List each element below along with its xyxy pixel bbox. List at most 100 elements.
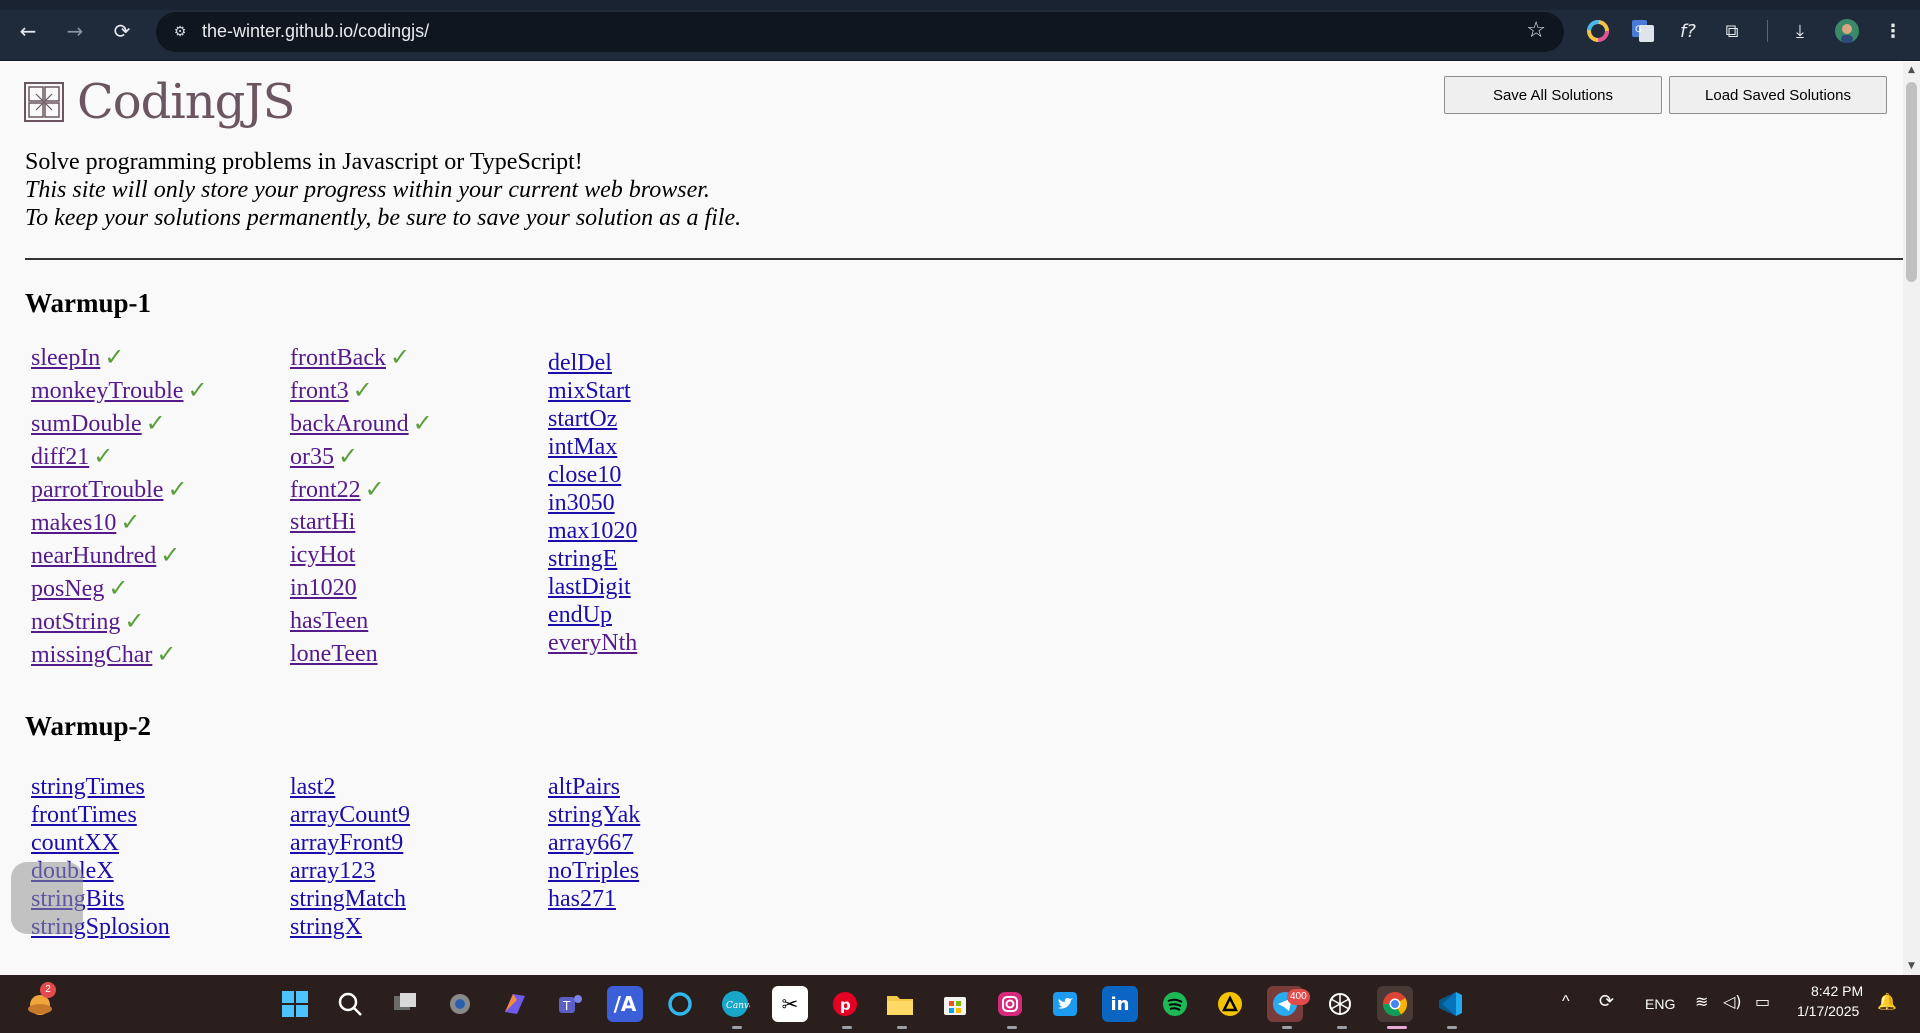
- google-translate-icon[interactable]: G: [1629, 17, 1657, 45]
- windows-start-icon[interactable]: [277, 986, 313, 1022]
- bookmark-star-icon[interactable]: ☆: [1526, 18, 1546, 43]
- teams-icon[interactable]: T: [552, 986, 588, 1022]
- app-a-icon[interactable]: /A: [607, 986, 643, 1022]
- back-icon[interactable]: ←: [12, 15, 44, 47]
- problem-link[interactable]: stringX: [290, 913, 540, 941]
- problem-link[interactable]: array123: [290, 857, 540, 885]
- problem-link[interactable]: stringMatch: [290, 885, 540, 913]
- problem-link[interactable]: missingChar ✓: [31, 638, 281, 671]
- clock-date[interactable]: 1/17/2025: [1797, 1003, 1859, 1019]
- problem-link[interactable]: stringTimes: [31, 773, 281, 801]
- downloads-icon[interactable]: ⤓: [1786, 17, 1814, 45]
- problem-link[interactable]: nearHundred ✓: [31, 539, 281, 572]
- problem-link[interactable]: arrayFront9: [290, 829, 540, 857]
- problem-link[interactable]: posNeg ✓: [31, 572, 281, 605]
- battery-icon[interactable]: ▭: [1755, 992, 1770, 1011]
- file-explorer-icon[interactable]: [882, 986, 918, 1022]
- url-text[interactable]: the-winter.github.io/codingjs/: [202, 21, 429, 42]
- problem-link[interactable]: frontTimes: [31, 801, 281, 829]
- floating-assistant-bubble[interactable]: [11, 862, 83, 934]
- browser-menu-icon[interactable]: ⋮: [1879, 17, 1907, 45]
- linkedin-icon[interactable]: in: [1102, 986, 1138, 1022]
- scrollbar-thumb[interactable]: [1906, 82, 1917, 282]
- problem-link[interactable]: everyNth: [548, 629, 798, 657]
- scroll-up-icon[interactable]: ▲: [1903, 62, 1920, 79]
- problem-link[interactable]: last2: [290, 773, 540, 801]
- chevron-up-icon[interactable]: ^: [1562, 993, 1570, 1011]
- instagram-icon[interactable]: [992, 986, 1028, 1022]
- settings-gear-icon[interactable]: [442, 986, 478, 1022]
- problem-link[interactable]: diff21 ✓: [31, 440, 281, 473]
- cortana-icon[interactable]: [662, 986, 698, 1022]
- problem-link[interactable]: close10: [548, 461, 798, 489]
- app-b-icon[interactable]: [1212, 986, 1248, 1022]
- capcut-icon[interactable]: ✂: [772, 986, 808, 1022]
- color-extension-icon[interactable]: [1584, 17, 1612, 45]
- problem-link[interactable]: lastDigit: [548, 573, 798, 601]
- canva-icon[interactable]: Canva: [717, 986, 753, 1022]
- vscode-icon[interactable]: [1432, 986, 1468, 1022]
- problem-link[interactable]: startHi: [290, 506, 540, 539]
- chatgpt-icon[interactable]: [1322, 986, 1358, 1022]
- problem-link[interactable]: front22 ✓: [290, 473, 540, 506]
- problem-link[interactable]: loneTeen: [290, 638, 540, 671]
- forward-icon[interactable]: →: [59, 15, 91, 47]
- problem-link[interactable]: sleepIn ✓: [31, 341, 281, 374]
- volume-icon[interactable]: ◁): [1723, 992, 1742, 1011]
- sync-icon[interactable]: ⟳: [1599, 991, 1614, 1012]
- problem-link[interactable]: array667: [548, 829, 798, 857]
- save-all-solutions-button[interactable]: Save All Solutions: [1444, 76, 1662, 114]
- problem-link[interactable]: has271: [548, 885, 798, 913]
- twitter-icon[interactable]: [1047, 986, 1083, 1022]
- problem-link[interactable]: startOz: [548, 405, 798, 433]
- wifi-icon[interactable]: ≋: [1695, 992, 1708, 1011]
- page-scrollbar[interactable]: ▲ ▼: [1903, 62, 1920, 975]
- problem-link[interactable]: icyHot: [290, 539, 540, 572]
- load-saved-solutions-button[interactable]: Load Saved Solutions: [1669, 76, 1887, 114]
- problem-link[interactable]: stringE: [548, 545, 798, 573]
- extensions-puzzle-icon[interactable]: ⧉: [1718, 17, 1746, 45]
- problem-link[interactable]: sumDouble ✓: [31, 407, 281, 440]
- running-indicator: [1387, 1026, 1407, 1029]
- problem-link[interactable]: countXX: [31, 829, 281, 857]
- site-settings-icon[interactable]: ⚙: [170, 22, 190, 42]
- problem-link[interactable]: parrotTrouble ✓: [31, 473, 281, 506]
- profile-avatar[interactable]: [1833, 17, 1861, 45]
- problem-link[interactable]: arrayCount9: [290, 801, 540, 829]
- task-view-icon[interactable]: [387, 986, 423, 1022]
- problem-link[interactable]: in1020: [290, 572, 540, 605]
- problem-link[interactable]: noTriples: [548, 857, 798, 885]
- problem-link[interactable]: in3050: [548, 489, 798, 517]
- problem-link[interactable]: frontBack ✓: [290, 341, 540, 374]
- problem-link[interactable]: delDel: [548, 349, 798, 377]
- search-icon[interactable]: [332, 986, 368, 1022]
- problem-link-label: nearHundred: [31, 543, 157, 569]
- problem-link-label: frontBack: [290, 345, 386, 371]
- problem-link[interactable]: monkeyTrouble ✓: [31, 374, 281, 407]
- address-bar[interactable]: ⚙ the-winter.github.io/codingjs/ ☆: [156, 12, 1564, 52]
- problem-link[interactable]: hasTeen: [290, 605, 540, 638]
- notification-bell-icon[interactable]: 🔔: [1877, 992, 1897, 1011]
- problem-link[interactable]: mixStart: [548, 377, 798, 405]
- problem-link[interactable]: max1020: [548, 517, 798, 545]
- problem-link-label: posNeg: [31, 576, 105, 602]
- pinterest-icon[interactable]: p: [827, 986, 863, 1022]
- problem-link[interactable]: intMax: [548, 433, 798, 461]
- problem-link[interactable]: front3 ✓: [290, 374, 540, 407]
- spotify-icon[interactable]: [1157, 986, 1193, 1022]
- problem-link[interactable]: notString ✓: [31, 605, 281, 638]
- clock-time[interactable]: 8:42 PM: [1811, 983, 1863, 999]
- language-indicator[interactable]: ENG: [1645, 996, 1675, 1012]
- microsoft-store-icon[interactable]: [937, 986, 973, 1022]
- problem-link[interactable]: altPairs: [548, 773, 798, 801]
- problem-link[interactable]: backAround ✓: [290, 407, 540, 440]
- scroll-down-icon[interactable]: ▼: [1903, 958, 1920, 975]
- formula-extension-icon[interactable]: f?: [1674, 17, 1702, 45]
- chrome-icon[interactable]: [1377, 986, 1413, 1022]
- problem-link[interactable]: makes10 ✓: [31, 506, 281, 539]
- problem-link[interactable]: or35 ✓: [290, 440, 540, 473]
- problem-link[interactable]: stringYak: [548, 801, 798, 829]
- copilot-icon[interactable]: [497, 986, 533, 1022]
- problem-link[interactable]: endUp: [548, 601, 798, 629]
- reload-icon[interactable]: ⟳: [106, 15, 138, 47]
